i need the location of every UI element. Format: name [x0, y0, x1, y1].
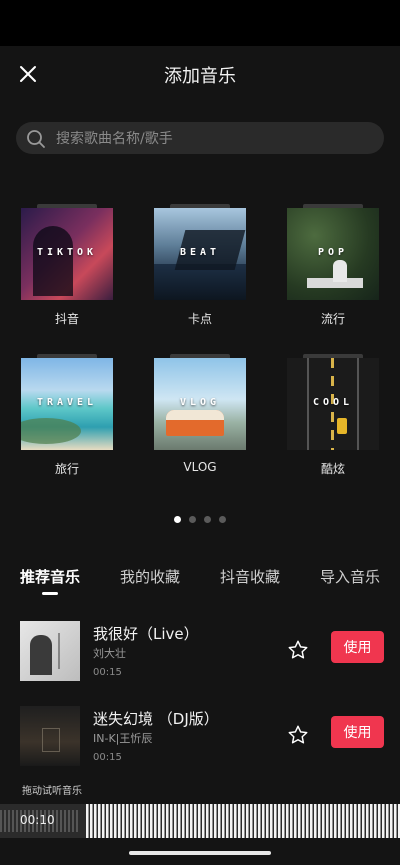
category-label: 酷炫 [320, 462, 345, 476]
audio-scrubber[interactable]: 00:10 [0, 804, 400, 838]
category-label: 旅行 [54, 462, 79, 476]
song-duration: 00:15 [93, 667, 122, 678]
category-cover: TIKTOK [21, 204, 113, 300]
page-dot[interactable] [204, 516, 211, 523]
scrub-hint: 拖动试听音乐 [22, 786, 82, 797]
song-title: 我很好（Live） [93, 625, 199, 643]
use-button[interactable]: 使用 [331, 631, 384, 663]
status-bar [0, 0, 400, 46]
waveform [0, 804, 400, 838]
tab-recommended[interactable]: 推荐音乐 [20, 566, 80, 587]
cover-text: POP [317, 247, 349, 258]
search-input[interactable] [54, 122, 378, 156]
page-dot[interactable] [189, 516, 196, 523]
category-label: 流行 [320, 312, 345, 326]
category-tiktok[interactable]: TIKTOK 抖音 [12, 204, 122, 327]
song-duration: 00:15 [93, 752, 122, 763]
music-tabs: 推荐音乐 我的收藏 抖音收藏 导入音乐 [0, 566, 400, 596]
song-cover [20, 621, 80, 681]
category-label: 卡点 [187, 312, 212, 326]
category-label: VLOG [183, 460, 217, 474]
cover-text: BEAT [179, 247, 221, 258]
category-vlog[interactable]: VLOG VLOG [145, 354, 255, 474]
cover-text: COOL [312, 397, 354, 408]
category-travel[interactable]: TRAVEL 旅行 [12, 354, 122, 477]
category-cover: TRAVEL [21, 354, 113, 450]
use-button[interactable]: 使用 [331, 716, 384, 748]
search-bar[interactable] [16, 122, 384, 156]
search-icon [27, 130, 45, 148]
category-cover: BEAT [154, 204, 246, 300]
page-dot[interactable] [219, 516, 226, 523]
page-indicator [0, 508, 400, 527]
cover-text: TRAVEL [36, 397, 98, 408]
category-beat[interactable]: BEAT 卡点 [145, 204, 255, 327]
category-cool[interactable]: COOL 酷炫 [278, 354, 388, 477]
tab-favorites[interactable]: 我的收藏 [120, 566, 180, 587]
home-indicator [129, 851, 271, 855]
cover-text: VLOG [179, 397, 221, 408]
active-tab-indicator [42, 592, 58, 595]
header: 添加音乐 [0, 46, 400, 102]
tab-import[interactable]: 导入音乐 [320, 566, 380, 587]
star-icon[interactable] [287, 639, 309, 661]
song-artist: 刘大壮 [93, 647, 126, 660]
category-cover: VLOG [154, 354, 246, 450]
category-cover: COOL [287, 354, 379, 450]
playback-time: 00:10 [20, 813, 55, 827]
tab-douyin-favorites[interactable]: 抖音收藏 [220, 566, 280, 587]
category-label: 抖音 [54, 312, 79, 326]
page-dot-active[interactable] [174, 516, 181, 523]
cover-text: TIKTOK [36, 247, 98, 258]
song-title: 迷失幻境 （DJ版） [93, 710, 219, 728]
star-icon[interactable] [287, 724, 309, 746]
category-cover: POP [287, 204, 379, 300]
song-cover [20, 706, 80, 766]
song-artist: IN-K|王忻辰 [93, 732, 153, 745]
song-item[interactable]: 我很好（Live） 刘大壮 00:15 使用 [0, 621, 400, 685]
song-item[interactable]: 迷失幻境 （DJ版） IN-K|王忻辰 00:15 使用 [0, 706, 400, 770]
category-pop[interactable]: POP 流行 [278, 204, 388, 327]
page-title: 添加音乐 [164, 66, 236, 87]
